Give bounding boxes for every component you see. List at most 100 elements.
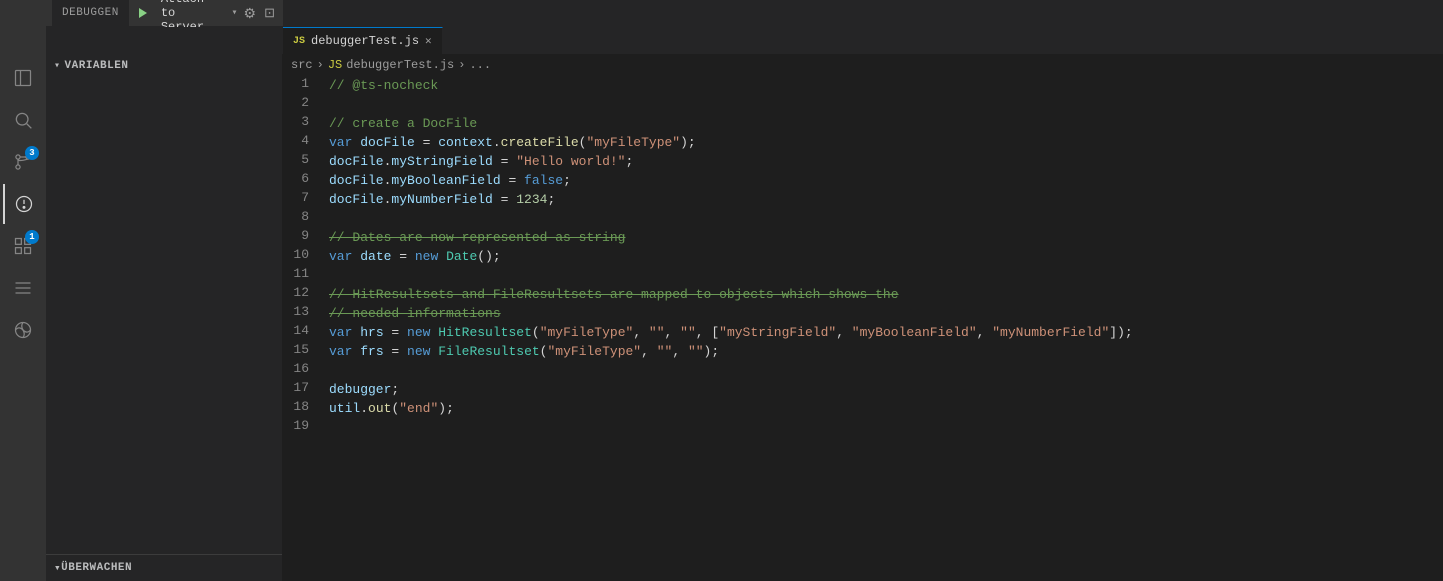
line-number: 11 bbox=[283, 266, 325, 281]
table-row: 6docFile.myBooleanField = false; bbox=[283, 171, 1443, 190]
line-content: // create a DocFile bbox=[325, 114, 1443, 133]
activity-icon-files[interactable] bbox=[3, 268, 43, 308]
breadcrumb-js: JS bbox=[328, 58, 342, 72]
line-number: 13 bbox=[283, 304, 325, 319]
line-number: 16 bbox=[283, 361, 325, 376]
line-number: 6 bbox=[283, 171, 325, 186]
line-content: var frs = new FileResultset("myFileType"… bbox=[325, 342, 1443, 361]
line-content: var date = new Date(); bbox=[325, 247, 1443, 266]
line-content: debugger; bbox=[325, 380, 1443, 399]
table-row: 4var docFile = context.createFile("myFil… bbox=[283, 133, 1443, 152]
activity-icon-debug[interactable] bbox=[3, 184, 43, 224]
line-number: 1 bbox=[283, 76, 325, 91]
line-number: 8 bbox=[283, 209, 325, 224]
watch-chevron: ▾ bbox=[54, 561, 61, 575]
sidebar: ▾ VARIABLEN ▾ ÜBERWACHEN bbox=[46, 54, 283, 581]
line-number: 19 bbox=[283, 418, 325, 433]
line-number: 12 bbox=[283, 285, 325, 300]
source-control-badge: 3 bbox=[25, 146, 39, 160]
line-number: 17 bbox=[283, 380, 325, 395]
debug-settings-button[interactable]: ⚙ bbox=[242, 3, 259, 24]
watch-label: ÜBERWACHEN bbox=[61, 562, 132, 574]
breadcrumb-file: debuggerTest.js bbox=[346, 58, 454, 72]
table-row: 11 bbox=[283, 266, 1443, 285]
table-row: 12// HitResultsets and FileResultsets ar… bbox=[283, 285, 1443, 304]
table-row: 3// create a DocFile bbox=[283, 114, 1443, 133]
editor-tab-bar: JS debuggerTest.js ✕ bbox=[283, 27, 1443, 54]
line-content: docFile.myStringField = "Hello world!"; bbox=[325, 152, 1443, 171]
line-number: 5 bbox=[283, 152, 325, 167]
activity-icon-remote[interactable] bbox=[3, 310, 43, 350]
file-tab-row: JS debuggerTest.js ✕ bbox=[0, 27, 1443, 54]
variables-content bbox=[46, 78, 282, 554]
start-debug-button[interactable] bbox=[133, 6, 153, 20]
breadcrumb-sep1: › bbox=[317, 58, 324, 72]
config-dropdown-arrow[interactable]: ▾ bbox=[232, 7, 238, 19]
debug-notification-button[interactable]: ⊡ bbox=[262, 3, 277, 23]
table-row: 1// @ts-nocheck bbox=[283, 76, 1443, 95]
title-bar-row: DEBUGGEN Attach to Server ▾ ⚙ ⊡ bbox=[0, 0, 1443, 27]
line-content: docFile.myNumberField = 1234; bbox=[325, 190, 1443, 209]
variables-section-header[interactable]: ▾ VARIABLEN bbox=[46, 54, 282, 78]
extensions-badge: 1 bbox=[25, 230, 39, 244]
tab-bar-area bbox=[283, 0, 1443, 27]
line-number: 7 bbox=[283, 190, 325, 205]
table-row: 13// needed informations bbox=[283, 304, 1443, 323]
activity-bar-row2 bbox=[0, 27, 46, 54]
sidebar-tab-row bbox=[46, 27, 283, 54]
line-content: // @ts-nocheck bbox=[325, 76, 1443, 95]
line-number: 10 bbox=[283, 247, 325, 262]
app-window: DEBUGGEN Attach to Server ▾ ⚙ ⊡ JS debug… bbox=[0, 0, 1443, 581]
activity-bar: 3 1 bbox=[0, 54, 46, 581]
line-number: 14 bbox=[283, 323, 325, 338]
line-number: 3 bbox=[283, 114, 325, 129]
debug-tab-label: DEBUGGEN bbox=[52, 0, 129, 26]
activity-bar-top bbox=[0, 0, 46, 27]
line-content: var docFile = context.createFile("myFile… bbox=[325, 133, 1443, 152]
activity-icon-source-control[interactable]: 3 bbox=[3, 142, 43, 182]
table-row: 15var frs = new FileResultset("myFileTyp… bbox=[283, 342, 1443, 361]
breadcrumb-src: src bbox=[291, 58, 313, 72]
play-icon bbox=[139, 8, 147, 18]
activity-icon-extensions[interactable]: 1 bbox=[3, 226, 43, 266]
variables-chevron: ▾ bbox=[54, 60, 61, 72]
line-number: 15 bbox=[283, 342, 325, 357]
line-content: util.out("end"); bbox=[325, 399, 1443, 418]
breadcrumb: src › JS debuggerTest.js › ... bbox=[283, 54, 1443, 76]
table-row: 16 bbox=[283, 361, 1443, 380]
watch-section-header[interactable]: ▾ ÜBERWACHEN bbox=[46, 555, 282, 581]
line-number: 4 bbox=[283, 133, 325, 148]
table-row: 9// Dates are now represented as string bbox=[283, 228, 1443, 247]
activity-icon-search[interactable] bbox=[3, 100, 43, 140]
table-row: 7docFile.myNumberField = 1234; bbox=[283, 190, 1443, 209]
line-number: 2 bbox=[283, 95, 325, 110]
table-row: 5docFile.myStringField = "Hello world!"; bbox=[283, 152, 1443, 171]
code-editor[interactable]: 1// @ts-nocheck23// create a DocFile4var… bbox=[283, 76, 1443, 581]
table-row: 2 bbox=[283, 95, 1443, 114]
breadcrumb-dots: ... bbox=[469, 58, 491, 72]
debug-toolbar: DEBUGGEN Attach to Server ▾ ⚙ ⊡ bbox=[46, 0, 283, 27]
watch-section: ▾ ÜBERWACHEN bbox=[46, 554, 282, 581]
breadcrumb-sep2: › bbox=[458, 58, 465, 72]
table-row: 8 bbox=[283, 209, 1443, 228]
table-row: 10var date = new Date(); bbox=[283, 247, 1443, 266]
table-row: 18util.out("end"); bbox=[283, 399, 1443, 418]
close-tab-icon[interactable]: ✕ bbox=[425, 34, 432, 48]
line-content: var hrs = new HitResultset("myFileType",… bbox=[325, 323, 1443, 342]
table-row: 14var hrs = new HitResultset("myFileType… bbox=[283, 323, 1443, 342]
file-tab-debuggertest[interactable]: JS debuggerTest.js ✕ bbox=[283, 27, 443, 54]
line-content: docFile.myBooleanField = false; bbox=[325, 171, 1443, 190]
file-tab-label: debuggerTest.js bbox=[311, 34, 419, 48]
line-content: // Dates are now represented as string bbox=[325, 228, 1443, 247]
line-content: // needed informations bbox=[325, 304, 1443, 323]
table-row: 17debugger; bbox=[283, 380, 1443, 399]
variables-label: VARIABLEN bbox=[65, 60, 129, 72]
line-content: // HitResultsets and FileResultsets are … bbox=[325, 285, 1443, 304]
table-row: 19 bbox=[283, 418, 1443, 437]
activity-icon-explorer[interactable] bbox=[3, 58, 43, 98]
line-number: 18 bbox=[283, 399, 325, 414]
editor-area: src › JS debuggerTest.js › ... 1// @ts-n… bbox=[283, 54, 1443, 581]
line-number: 9 bbox=[283, 228, 325, 243]
main-content: 3 1 bbox=[0, 54, 1443, 581]
js-file-icon: JS bbox=[293, 36, 305, 47]
